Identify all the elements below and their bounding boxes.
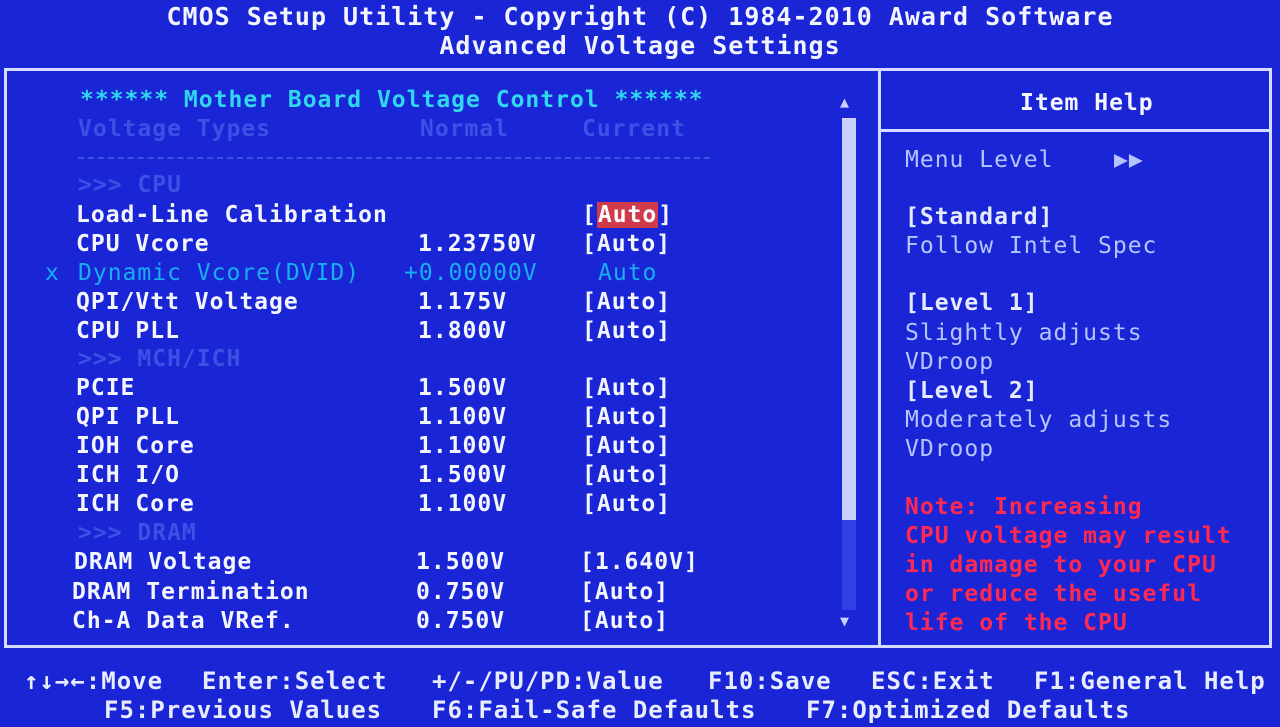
- normal-value: 0.750V: [416, 579, 506, 605]
- warning-note: CPU voltage may result: [905, 523, 1232, 549]
- help-option: [Level 2]: [905, 378, 1039, 404]
- scroll-up-arrow-icon[interactable]: ▲: [840, 93, 849, 111]
- setting-value-ioh-core[interactable]: [Auto]: [582, 433, 671, 459]
- setting-label: Dynamic Vcore(DVID): [78, 260, 361, 286]
- section-title: ****** Mother Board Voltage Control ****…: [80, 87, 704, 113]
- help-title: Item Help: [1020, 90, 1154, 116]
- setting-label: DRAM Voltage: [74, 549, 253, 575]
- header-divider: [78, 157, 710, 159]
- setting-label: Ch-A Data VRef.: [72, 608, 295, 634]
- setting-value-cpu-vcore[interactable]: [Auto]: [582, 231, 671, 257]
- key-hint-move: ↑↓→←:Move: [24, 667, 164, 695]
- help-option: [Level 1]: [905, 290, 1039, 316]
- help-text: Moderately adjusts: [905, 407, 1173, 433]
- selected-value[interactable]: Auto: [596, 202, 659, 228]
- setting-label: Load-Line Calibration: [76, 202, 388, 228]
- key-hint-exit: ESC:Exit: [871, 667, 995, 695]
- key-hint-help: F1:General Help: [1034, 667, 1266, 695]
- group-cpu: >>> CPU: [78, 172, 182, 198]
- setting-value-pcie[interactable]: [Auto]: [582, 375, 671, 401]
- setting-label: DRAM Termination: [72, 579, 310, 605]
- key-hint-fail-safe: F6:Fail-Safe Defaults: [432, 696, 757, 724]
- group-dram: >>> DRAM: [78, 520, 197, 546]
- column-header-current: Current: [582, 116, 686, 142]
- setting-label: ICH Core: [76, 491, 195, 517]
- help-text: Slightly adjusts: [905, 320, 1143, 346]
- normal-value: 1.100V: [418, 404, 508, 430]
- setting-label: ICH I/O: [76, 462, 180, 488]
- normal-value: 1.175V: [418, 289, 508, 315]
- column-header-type: Voltage Types: [78, 116, 272, 142]
- setting-value-dram-voltage[interactable]: [1.640V]: [580, 549, 699, 575]
- scrollbar-thumb[interactable]: [842, 118, 856, 520]
- normal-value: +0.00000V: [404, 260, 538, 286]
- setting-value-ich-io[interactable]: [Auto]: [582, 462, 671, 488]
- setting-value-cha-data-vref[interactable]: [Auto]: [580, 608, 669, 634]
- normal-value: 1.23750V: [418, 231, 537, 257]
- setting-value-cpu-pll[interactable]: [Auto]: [582, 318, 671, 344]
- normal-value: 1.800V: [418, 318, 508, 344]
- key-hint-previous-values: F5:Previous Values: [104, 696, 383, 724]
- setting-label: CPU Vcore: [76, 231, 210, 257]
- setting-value-qpi-vtt[interactable]: [Auto]: [582, 289, 671, 315]
- menu-level-arrows-icon: ▶▶: [1114, 147, 1144, 173]
- warning-note: in damage to your CPU: [905, 552, 1217, 578]
- setting-label: QPI PLL: [76, 404, 180, 430]
- help-text: Follow Intel Spec: [905, 233, 1158, 259]
- scroll-down-arrow-icon[interactable]: ▼: [840, 612, 849, 630]
- disabled-marker: x: [45, 260, 60, 286]
- window-title: CMOS Setup Utility - Copyright (C) 1984-…: [166, 2, 1114, 31]
- help-text: VDroop: [905, 349, 995, 375]
- column-header-normal: Normal: [420, 116, 510, 142]
- group-mch-ich: >>> MCH/ICH: [78, 346, 242, 372]
- warning-note: Note: Increasing: [905, 494, 1143, 520]
- setting-value-dynamic-vcore: Auto: [598, 260, 658, 286]
- help-title-separator: [881, 129, 1272, 132]
- key-hint-value: +/-/PU/PD:Value: [432, 667, 664, 695]
- setting-label: CPU PLL: [76, 318, 180, 344]
- setting-value-load-line-calibration[interactable]: [Auto]: [582, 202, 673, 228]
- setting-value-ich-core[interactable]: [Auto]: [582, 491, 671, 517]
- normal-value: 1.500V: [416, 549, 506, 575]
- key-hint-optimized: F7:Optimized Defaults: [806, 696, 1131, 724]
- help-option: [Standard]: [905, 204, 1054, 230]
- warning-note: life of the CPU: [905, 610, 1128, 636]
- key-hint-select: Enter:Select: [202, 667, 388, 695]
- setting-label: QPI/Vtt Voltage: [76, 289, 299, 315]
- normal-value: 1.500V: [418, 462, 508, 488]
- normal-value: 0.750V: [416, 608, 506, 634]
- panel-divider: [878, 68, 881, 648]
- menu-level-label: Menu Level: [905, 147, 1054, 173]
- setting-label: IOH Core: [76, 433, 195, 459]
- normal-value: 1.100V: [418, 491, 508, 517]
- setting-label: PCIE: [76, 375, 136, 401]
- setting-value-qpi-pll[interactable]: [Auto]: [582, 404, 671, 430]
- key-hint-save: F10:Save: [708, 667, 832, 695]
- setting-value-dram-termination[interactable]: [Auto]: [580, 579, 669, 605]
- help-text: VDroop: [905, 436, 995, 462]
- page-title: Advanced Voltage Settings: [439, 31, 841, 60]
- warning-note: or reduce the useful: [905, 581, 1202, 607]
- normal-value: 1.100V: [418, 433, 508, 459]
- normal-value: 1.500V: [418, 375, 508, 401]
